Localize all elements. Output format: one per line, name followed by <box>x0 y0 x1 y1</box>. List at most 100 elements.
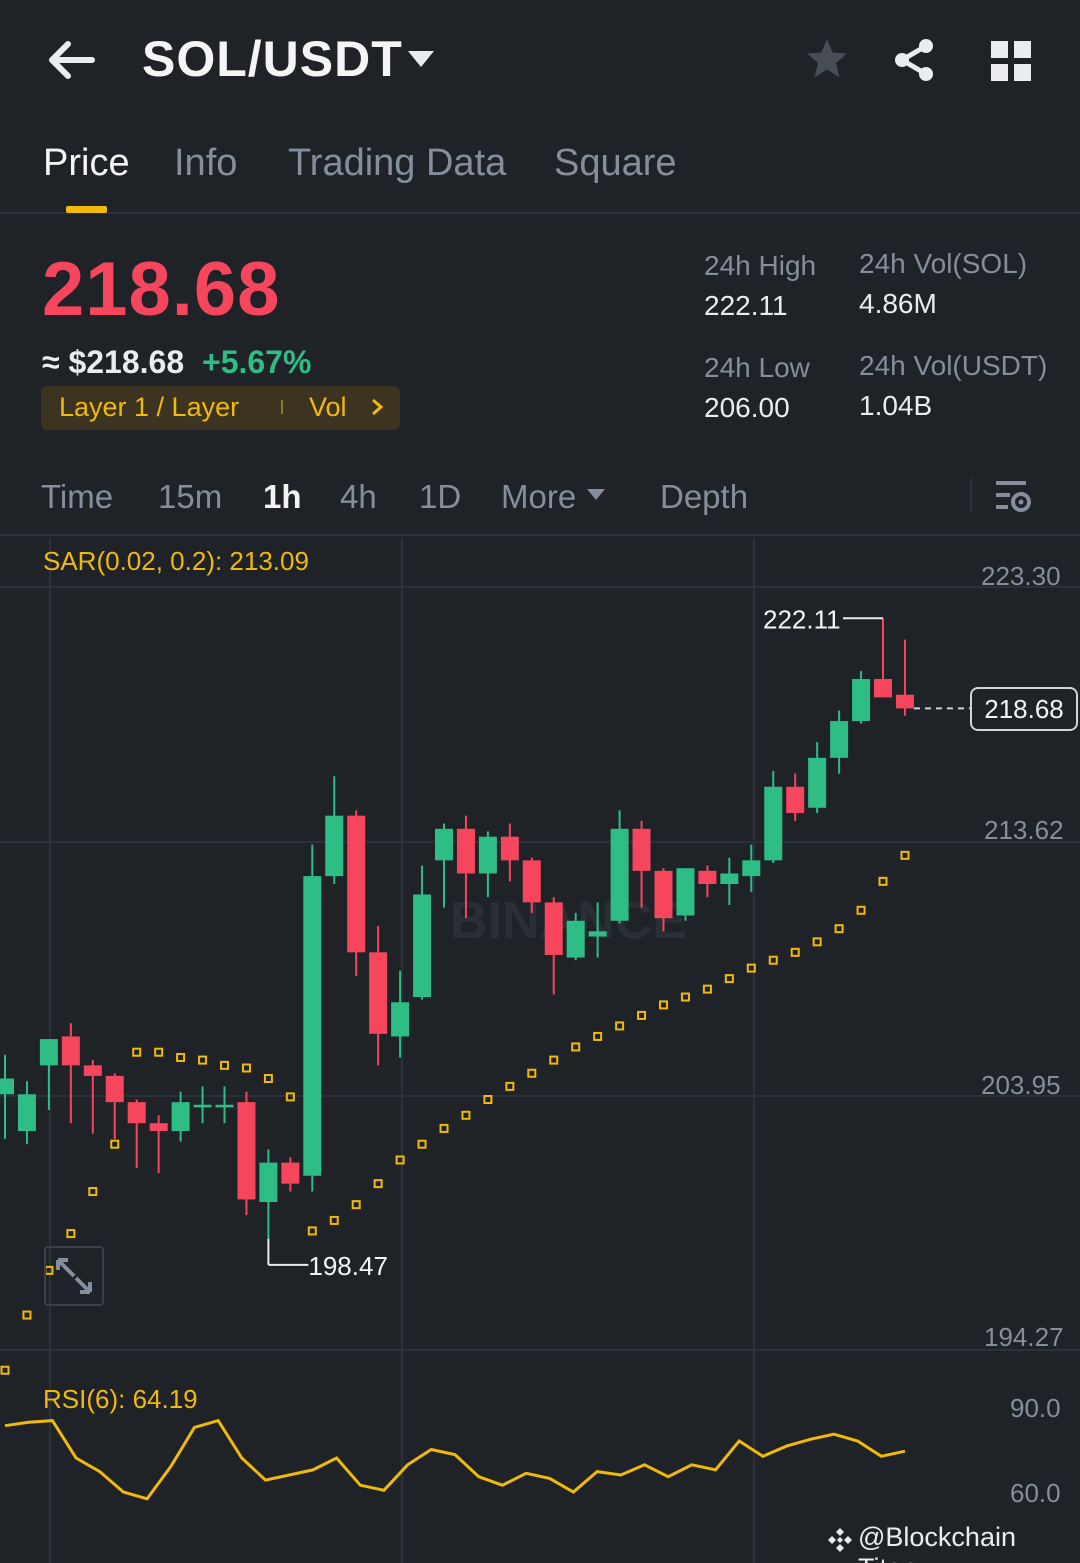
sar-dot <box>22 1310 32 1320</box>
sar-dot <box>88 1187 98 1197</box>
stat-vol-usdt-label: 24h Vol(USDT) <box>859 350 1048 381</box>
candle-body <box>764 786 783 861</box>
star-icon[interactable] <box>804 36 850 82</box>
tag-divider <box>281 400 283 414</box>
stat-vol-sol-label: 24h Vol(SOL) <box>859 248 1028 279</box>
rsi-indicator-label: RSI(6): 64.19 <box>43 1384 198 1414</box>
candle-body <box>0 1078 14 1095</box>
timeframe-1d[interactable]: 1D <box>419 478 461 516</box>
sar-dot <box>483 1095 493 1105</box>
sar-dot <box>154 1047 164 1057</box>
chart-settings-icon[interactable] <box>994 478 1032 514</box>
candle-body <box>632 828 651 871</box>
sar-dot <box>724 974 734 984</box>
sar-dot <box>768 955 778 965</box>
grid-icon[interactable] <box>990 40 1032 82</box>
candle-body <box>742 860 761 877</box>
category-label: Layer 1 / Layer <box>59 392 240 422</box>
share-icon[interactable] <box>890 36 938 84</box>
sar-indicator-label: SAR(0.02, 0.2): 213.09 <box>43 546 309 576</box>
price-axis-label: 203.95 <box>981 1070 1061 1100</box>
candle-body <box>127 1102 146 1124</box>
price-axis-label: 194.27 <box>984 1322 1064 1352</box>
tab-info[interactable]: Info <box>174 142 237 185</box>
tab-square[interactable]: Square <box>554 142 677 185</box>
expand-icon <box>56 1258 92 1294</box>
last-price-tag: 218.68 <box>970 687 1078 731</box>
binance-logo-icon <box>828 1528 852 1552</box>
sar-dot <box>505 1081 515 1091</box>
candle-body <box>413 894 432 998</box>
sar-dot <box>615 1021 625 1031</box>
sar-dot <box>329 1215 339 1225</box>
pair-title[interactable]: SOL/USDT <box>142 30 403 88</box>
top-bar: SOL/USDT <box>0 0 1080 120</box>
timeframe-4h[interactable]: 4h <box>340 478 377 516</box>
sar-dot <box>659 1000 668 1010</box>
sar-dot <box>351 1200 361 1210</box>
usd-price: ≈ $218.68 <box>42 344 185 380</box>
sar-dot <box>593 1031 603 1041</box>
candle-body <box>61 1036 80 1066</box>
stat-low-label: 24h Low <box>704 352 810 383</box>
timeframe-time[interactable]: Time <box>41 478 113 516</box>
sar-dot <box>461 1110 471 1120</box>
candle-body <box>852 678 871 722</box>
sar-dot <box>812 937 822 947</box>
sar-dot <box>66 1229 76 1239</box>
candle-body <box>895 694 914 709</box>
candle-body <box>237 1102 256 1200</box>
sar-dot <box>176 1052 186 1062</box>
candle-body <box>347 815 366 953</box>
stat-high-value: 222.11 <box>704 290 788 321</box>
sar-dot <box>702 984 712 994</box>
candle-body <box>215 1104 234 1108</box>
sar-dot <box>417 1139 427 1149</box>
sar-dot <box>220 1060 229 1070</box>
candle-body <box>500 836 519 861</box>
candle-body <box>874 678 892 698</box>
candle-body <box>105 1075 124 1103</box>
rsi-axis-label: 90.0 <box>1010 1393 1061 1423</box>
price-axis-label: 223.30 <box>981 561 1061 591</box>
sar-dot <box>527 1068 537 1078</box>
sar-dot <box>307 1226 317 1236</box>
rsi-axis-label: 60.0 <box>1010 1478 1061 1508</box>
candle-body <box>281 1162 300 1184</box>
caret-down-icon[interactable] <box>406 48 436 70</box>
caret-down-icon[interactable] <box>586 488 606 502</box>
sar-dot <box>571 1042 581 1052</box>
high-marker-label: 222.11 <box>763 604 841 634</box>
tab-price[interactable]: Price <box>43 142 130 185</box>
price-change: +5.67% <box>202 344 312 380</box>
sar-dot <box>241 1063 251 1073</box>
tab-trading-data[interactable]: Trading Data <box>288 142 506 185</box>
candle-body <box>171 1102 190 1132</box>
divider <box>970 478 972 512</box>
category-tag[interactable]: Layer 1 / Layer Vol <box>41 386 400 430</box>
candle-body <box>17 1094 36 1132</box>
vol-link[interactable]: Vol <box>309 392 347 423</box>
timeframe-more[interactable]: More <box>501 478 576 516</box>
candle-body <box>369 952 388 1034</box>
sar-dot <box>0 1365 10 1375</box>
timeframe-1h[interactable]: 1h <box>263 478 302 516</box>
sar-dot <box>637 1010 647 1020</box>
sar-dot <box>790 947 800 957</box>
active-tab-indicator <box>66 206 107 213</box>
stat-vol-sol-value: 4.86M <box>859 288 937 319</box>
sar-dot <box>132 1047 142 1057</box>
rsi-line <box>4 1418 906 1501</box>
sar-dot <box>680 992 690 1002</box>
sar-dot <box>373 1179 383 1189</box>
stat-low-value: 206.00 <box>704 392 790 423</box>
candle-body <box>83 1065 102 1076</box>
candle-body <box>391 1002 410 1037</box>
timeframe-15m[interactable]: 15m <box>158 478 222 516</box>
candle-body <box>610 828 629 921</box>
low-marker-label: 198.47 <box>308 1251 388 1281</box>
back-arrow-icon[interactable] <box>44 36 96 84</box>
expand-chart-button[interactable] <box>44 1246 104 1306</box>
sar-dot <box>856 905 866 915</box>
depth-tab[interactable]: Depth <box>660 478 748 516</box>
